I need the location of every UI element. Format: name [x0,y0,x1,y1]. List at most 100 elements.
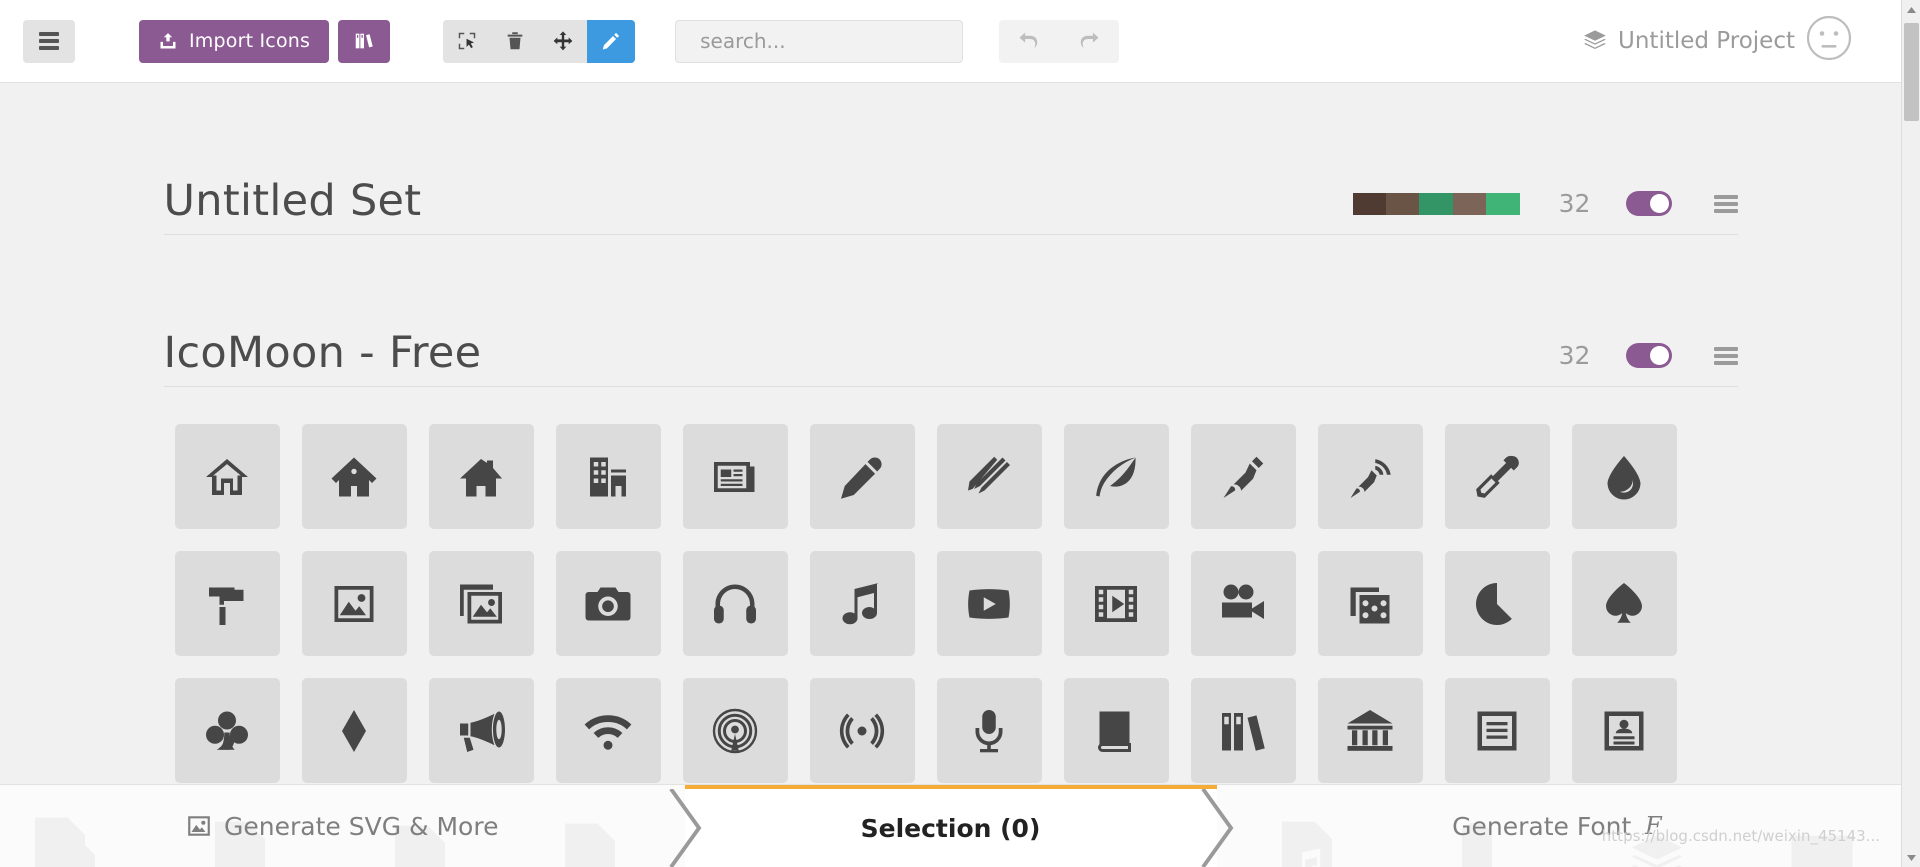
icon-tile-video-camera[interactable] [1190,551,1296,657]
scroll-down-button[interactable] [1902,848,1920,867]
icon-tile-images[interactable] [428,551,534,657]
selection-label: Selection (0) [860,813,1041,843]
icon-tile-spades[interactable] [1571,551,1677,657]
project-name[interactable]: Untitled Project [1618,28,1795,54]
selection-pane[interactable]: Selection (0) [668,785,1233,867]
generate-svg-pane[interactable]: Generate SVG & More [0,785,685,867]
icon-cell [672,413,799,540]
icon-tile-droplet[interactable] [1571,424,1677,530]
icon-tile-camera[interactable] [555,551,661,657]
set-title[interactable]: IcoMoon - Free [164,330,482,376]
set-icomoon-free: IcoMoon - Free 32 [163,330,1738,794]
icon-tile-eyedropper[interactable] [1444,424,1550,530]
import-icons-button[interactable]: Import Icons [139,19,330,63]
palette-swatch[interactable] [1452,192,1487,215]
search-box[interactable] [675,19,964,63]
icon-tile-music[interactable] [809,551,915,657]
icon-tile-diamonds[interactable] [301,678,407,784]
select-tool-button[interactable] [443,19,492,63]
icon-tile-paint-format[interactable] [174,551,280,657]
icon-tile-home2[interactable] [301,424,407,530]
icon-tile-film[interactable] [1063,551,1169,657]
edit-tool-button[interactable] [587,19,636,63]
set-color-palette[interactable] [1352,192,1520,215]
icon-cell [926,413,1053,540]
palette-swatch[interactable] [1385,192,1420,215]
ghost-play-icon [45,837,95,867]
generate-svg-label: Generate SVG & More [224,811,499,841]
icon-cell [545,667,672,794]
icon-tile-library[interactable] [1317,678,1423,784]
main-menu-button[interactable] [23,19,75,63]
icon-tile-headphones[interactable] [682,551,788,657]
pen-icon [1223,456,1264,498]
redo-button[interactable] [1064,20,1114,63]
set-visibility-toggle[interactable] [1625,343,1672,369]
icon-tile-mic[interactable] [936,678,1042,784]
file-text-icon [1477,711,1517,751]
icon-cell [418,413,545,540]
palette-swatch[interactable] [1419,192,1453,215]
icon-tile-books[interactable] [1190,678,1296,784]
icon-tile-pacman[interactable] [1444,551,1550,657]
droplet-icon [1607,455,1641,500]
scrollbar-thumb[interactable] [1904,23,1919,121]
ghost-music-file-icon [1281,821,1332,867]
icon-cell [545,540,672,667]
avatar[interactable] [1805,14,1853,68]
icon-cell [164,413,291,540]
icon-tile-newspaper[interactable] [682,424,788,530]
palette-swatch[interactable] [1352,192,1386,215]
icon-tile-pencil[interactable] [809,424,915,530]
icon-tile-clubs[interactable] [174,678,280,784]
icon-tile-connection[interactable] [555,678,661,784]
icon-tile-office[interactable] [555,424,661,530]
icon-tile-feed[interactable] [809,678,915,784]
icon-cell [1053,667,1180,794]
icon-tile-play[interactable] [936,551,1042,657]
set-title[interactable]: Untitled Set [164,178,422,224]
icon-tile-home3[interactable] [428,424,534,530]
icon-cell [1434,667,1561,794]
palette-swatch[interactable] [1486,192,1520,215]
icon-tile-image[interactable] [301,551,407,657]
set-header: Untitled Set 32 [163,178,1738,236]
icon-tile-profile[interactable] [1571,678,1677,784]
icon-tile-home[interactable] [174,424,280,530]
icon-cell [418,667,545,794]
scroll-up-button[interactable] [1902,0,1920,19]
vertical-scrollbar[interactable] [1901,0,1920,867]
set-visibility-toggle[interactable] [1625,191,1672,217]
redo-arrow-icon [1080,32,1099,48]
set-menu-button[interactable] [1713,192,1738,216]
icon-tile-bullhorn[interactable] [428,678,534,784]
icon-tile-pen[interactable] [1190,424,1296,530]
scroll-up-arrow-icon [1907,6,1916,13]
icon-tile-file-text[interactable] [1444,678,1550,784]
delete-tool-button[interactable] [491,19,540,63]
icon-tile-quill[interactable] [1063,424,1169,530]
icon-tile-podcast[interactable] [682,678,788,784]
icon-cell [799,540,926,667]
set-menu-button[interactable] [1713,344,1738,368]
undo-button[interactable] [1004,20,1054,63]
generate-font-pane[interactable]: Generate Font F [1216,785,1901,867]
icon-cell [1180,413,1307,540]
icon-tile-dice[interactable] [1317,551,1423,657]
icon-tile-book[interactable] [1063,678,1169,784]
home2-icon [331,457,377,497]
set-header: IcoMoon - Free 32 [163,330,1738,388]
icon-tile-pencil2[interactable] [936,424,1042,530]
mic-icon [975,709,1003,753]
search-input[interactable] [700,29,950,53]
icon-cell [291,413,418,540]
move-tool-button[interactable] [539,19,588,63]
connection-icon [584,715,632,750]
icon-cell [1561,413,1688,540]
icon-tile-blog[interactable] [1317,424,1423,530]
set-icon-count: 32 [1558,189,1591,219]
library-button[interactable] [338,19,391,63]
toggle-knob [1649,346,1669,366]
office-icon [590,457,626,497]
icon-cell [799,413,926,540]
